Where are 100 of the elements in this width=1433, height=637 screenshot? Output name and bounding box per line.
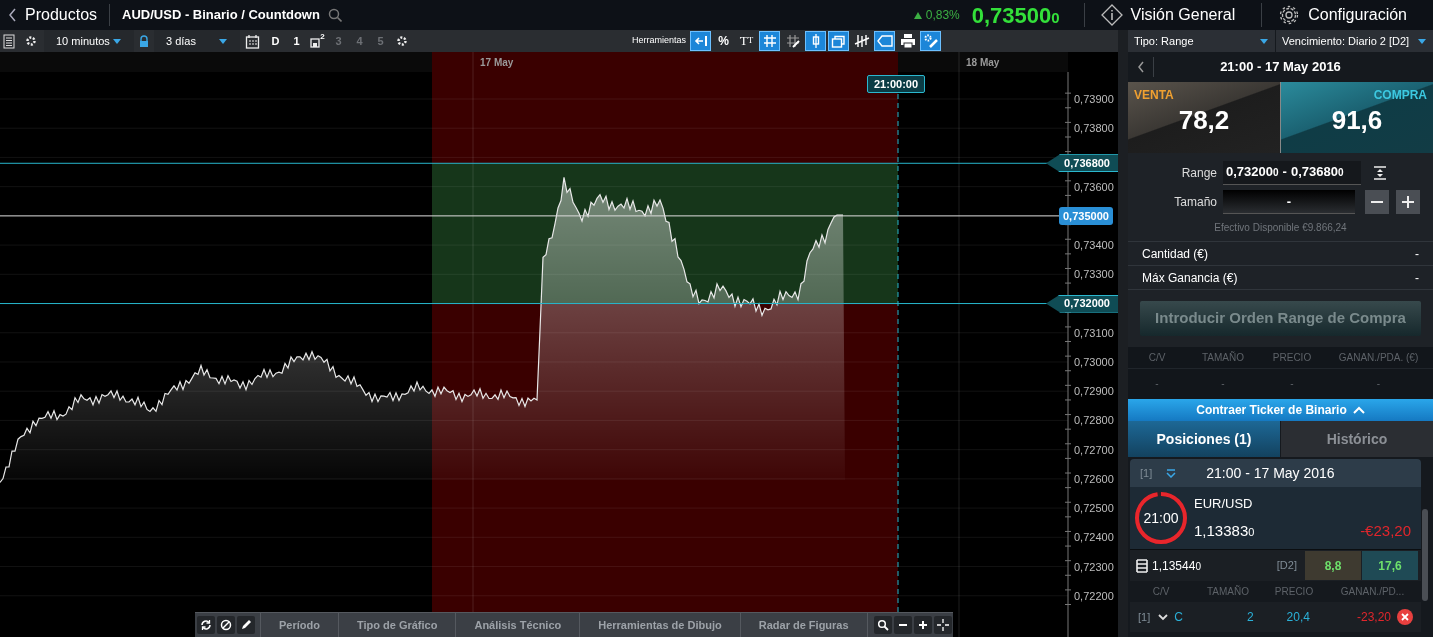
decrease-button[interactable] xyxy=(1365,190,1389,214)
chevron-up-icon xyxy=(1352,405,1365,415)
chart-menu-tab[interactable]: Herramientas de Dibujo xyxy=(579,612,740,637)
column-header: GANAN./PD... xyxy=(1339,585,1406,599)
range-field[interactable]: 0,732000 - 0,736800 xyxy=(1223,160,1361,185)
axis-label: 0,73800 xyxy=(1074,122,1114,135)
instrument-title: AUD/USD - Binario / Countdown xyxy=(122,6,320,25)
chevron-down-icon[interactable] xyxy=(1158,613,1169,621)
summary-label: Máx Ganancia (€) xyxy=(1142,269,1238,287)
info-icon xyxy=(1100,4,1123,26)
zoom-in-icon xyxy=(916,619,929,631)
zoom-in-button[interactable] xyxy=(913,616,932,634)
trade-price: 20,4 xyxy=(1286,609,1310,626)
strike-price: 1,135440 xyxy=(1152,557,1201,575)
current-price: 0,735000 xyxy=(971,1,1060,30)
size-label: Tamaño xyxy=(1173,194,1218,211)
strike-icon xyxy=(1136,558,1148,573)
prohibited-icon xyxy=(220,619,232,631)
list-icon[interactable] xyxy=(2,33,16,49)
position-price: 1,133830 xyxy=(1194,520,1255,541)
caret-icon xyxy=(218,37,228,45)
lock-icon[interactable] xyxy=(138,34,150,48)
price-tag: 0,735000 xyxy=(1059,206,1113,225)
collapse-ticker-button[interactable]: Contraer Ticker de Binario xyxy=(1128,399,1433,421)
toolbar-button[interactable]: D xyxy=(265,30,286,52)
caret-icon xyxy=(1259,37,1269,45)
panel-tab[interactable]: Posiciones (1) xyxy=(1128,421,1280,457)
panel-tab[interactable]: Histórico xyxy=(1280,421,1433,457)
sell-quote-button[interactable]: VENTA 78,2 xyxy=(1128,82,1281,153)
pen-icon xyxy=(240,619,252,631)
buy-quote-button[interactable]: COMPRA 91,6 xyxy=(1281,82,1433,153)
scrollbar-thumb[interactable] xyxy=(1422,509,1428,601)
print-icon xyxy=(899,33,916,49)
summary-value: - xyxy=(1415,245,1419,263)
available-cash: Efectivo Disponible €9.866,24 xyxy=(1213,221,1348,235)
zoom-out-button[interactable] xyxy=(893,616,912,634)
axis-label: 0,72500 xyxy=(1074,502,1114,515)
grid-icon xyxy=(761,33,778,49)
settings-icon[interactable] xyxy=(395,34,409,48)
nav-link[interactable]: Configuración xyxy=(1261,3,1433,27)
toolbar-button[interactable]: 1 xyxy=(286,30,307,52)
prohibited-button[interactable] xyxy=(217,616,235,634)
column-header: TAMAÑO xyxy=(1200,350,1245,365)
column-header: PRECIO xyxy=(1271,351,1313,365)
range-label: Range xyxy=(1180,164,1218,182)
close-icon xyxy=(1401,613,1409,621)
range-adjust-icon[interactable] xyxy=(1373,165,1387,180)
column-header: C/V xyxy=(1147,351,1167,365)
range-dropdown[interactable]: 3 días xyxy=(154,30,240,52)
buy-price-button[interactable]: 17,6 xyxy=(1362,551,1418,580)
axis-label: 0,73400 xyxy=(1074,239,1114,252)
crosshair-icon xyxy=(936,619,949,631)
interval-dropdown[interactable]: 10 minutos xyxy=(44,30,134,52)
column-header: C/V xyxy=(1151,585,1171,599)
table-cell-text: - xyxy=(1375,376,1382,391)
refresh-button[interactable] xyxy=(197,616,215,634)
chart-menu-tab[interactable]: Análisis Técnico xyxy=(455,612,580,637)
products-button[interactable]: Productos xyxy=(0,4,111,26)
settings-icon[interactable] xyxy=(24,34,38,48)
refresh-icon xyxy=(200,619,212,631)
size-field[interactable]: - xyxy=(1223,190,1355,214)
increase-button[interactable] xyxy=(1396,190,1420,214)
axis-label: 0,72400 xyxy=(1074,531,1114,544)
up-triangle-icon xyxy=(913,11,922,19)
countdown-time: 21:00 xyxy=(1143,508,1179,528)
date-label: 18 May xyxy=(966,57,1000,68)
chart-menu-tab[interactable]: Período xyxy=(260,612,338,637)
position-pnl: -€23,20 xyxy=(1360,520,1411,541)
expiry-dropdown[interactable]: Vencimiento: Diario 2 [D2] xyxy=(1276,30,1433,52)
back-icon xyxy=(8,8,17,22)
windows-icon xyxy=(830,33,847,49)
chart-menu-tab[interactable]: Radar de Figuras xyxy=(739,612,867,637)
axis-label: 0,72600 xyxy=(1074,472,1114,485)
tools-label: Herramientas xyxy=(631,34,686,48)
search-icon[interactable] xyxy=(327,8,342,22)
save-layout-button[interactable]: 2 xyxy=(307,30,328,52)
sell-price-button[interactable]: 8,8 xyxy=(1305,551,1361,580)
tool-button[interactable]: % xyxy=(713,31,734,51)
collapse-icon[interactable] xyxy=(1166,468,1177,478)
axis-label: 0,72200 xyxy=(1074,589,1114,602)
pen-button[interactable] xyxy=(237,616,255,634)
chart-menu-tab[interactable]: Tipo de Gráfico xyxy=(337,612,456,637)
summary-value: - xyxy=(1415,269,1419,287)
table-cell-text: - xyxy=(1154,376,1160,391)
trade-pnl: -23,20 xyxy=(1356,609,1391,626)
crosshair-button[interactable] xyxy=(933,616,952,634)
table-cell-text: - xyxy=(1289,376,1295,391)
expiry-time-badge: 21:00:00 xyxy=(867,75,926,93)
close-button[interactable] xyxy=(1397,609,1413,625)
settings-wand-icon xyxy=(922,33,939,49)
caret-icon xyxy=(112,37,122,45)
price-tag: 0,732000 xyxy=(1046,294,1118,313)
calendar-icon[interactable] xyxy=(245,33,260,49)
nav-link[interactable]: Visión General xyxy=(1083,3,1262,27)
search-button[interactable] xyxy=(873,616,892,634)
column-header: TAMAÑO xyxy=(1205,584,1250,599)
axis-label: 0,73900 xyxy=(1074,93,1114,105)
countdown-ring xyxy=(1134,491,1188,545)
back-arrow-icon xyxy=(692,33,709,49)
position-index: [1] xyxy=(1140,465,1153,481)
